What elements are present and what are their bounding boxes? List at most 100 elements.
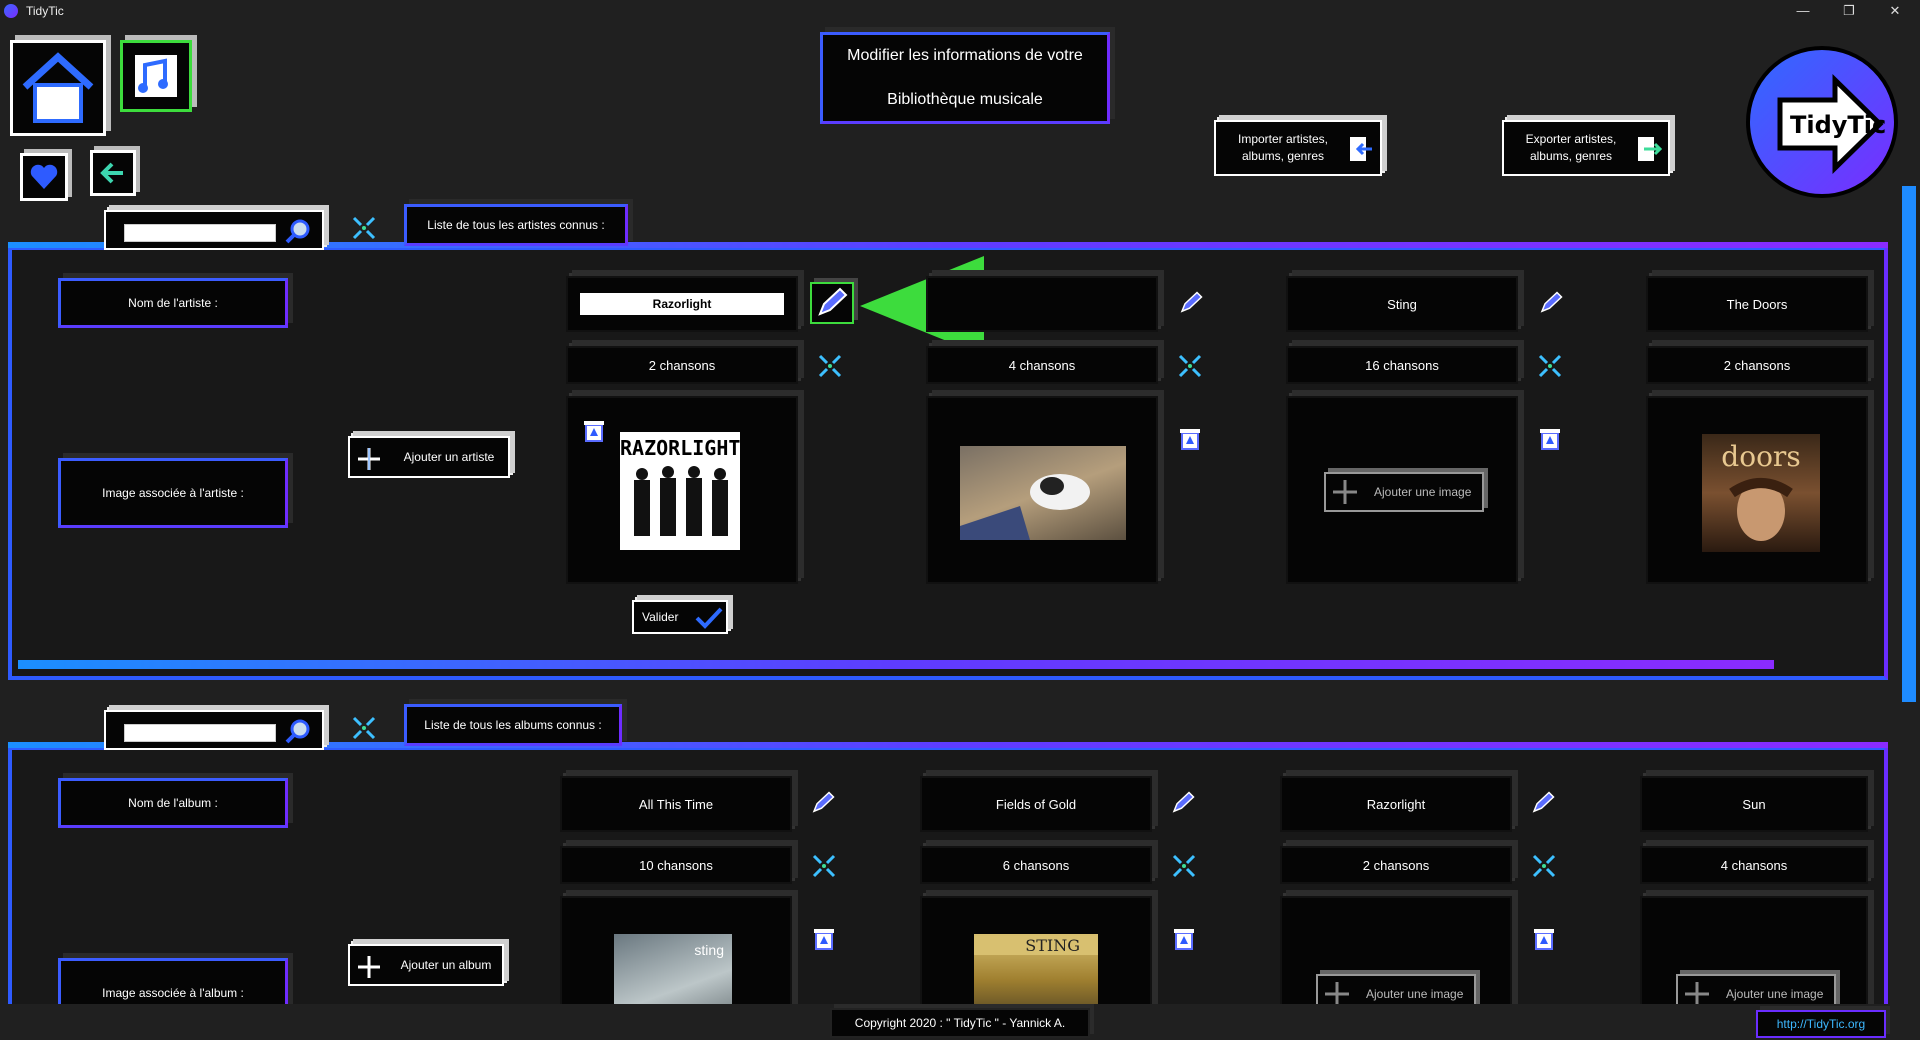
restore-button[interactable]: ❐: [1826, 0, 1872, 23]
artist-image-card-3: Ajouter une image: [1286, 396, 1518, 584]
add-image-button-3[interactable]: Ajouter une image: [1324, 472, 1484, 512]
page-title: Modifier les informations de votre Bibli…: [820, 32, 1110, 124]
artist-image-caption-4: doors: [1721, 440, 1801, 473]
home-icon: [22, 52, 94, 123]
artists-horizontal-scrollbar[interactable]: [18, 660, 1774, 669]
artist-reset-icon-2[interactable]: [1176, 352, 1204, 380]
trash-icon[interactable]: [1176, 424, 1204, 452]
window-title: TidyTic: [26, 4, 64, 18]
trash-icon[interactable]: [580, 416, 608, 444]
album-name-card-2[interactable]: Fields of Gold: [920, 776, 1152, 832]
add-artist-label: Ajouter un artiste: [403, 450, 495, 464]
check-icon: [695, 607, 723, 629]
search-icon[interactable]: [284, 718, 312, 746]
music-edit-button[interactable]: [120, 40, 192, 112]
arrow-left-icon: [100, 162, 123, 184]
plus-icon: [1333, 480, 1357, 504]
tidytic-logo: TidyTic: [1740, 40, 1900, 200]
albums-reset-icon[interactable]: [350, 714, 378, 742]
validate-label: Valider: [642, 610, 679, 624]
artist-name-card-3[interactable]: Sting: [1286, 276, 1518, 332]
artist-name-input-1[interactable]: Razorlight: [580, 293, 784, 315]
album-name-card-4[interactable]: Sun: [1640, 776, 1868, 832]
add-image-label-album-4: Ajouter une image: [1726, 987, 1824, 1001]
album-name-card-1[interactable]: All This Time: [560, 776, 792, 832]
export-icon: [1638, 137, 1663, 161]
app-window: TidyTic — ❐ ✕ Modifier les informations …: [0, 0, 1920, 1040]
album-count-4: 4 chansons: [1640, 846, 1868, 884]
album-image-caption-1: sting: [694, 942, 724, 958]
heart-icon: [30, 164, 58, 189]
trash-icon[interactable]: [1536, 424, 1564, 452]
add-image-label-3: Ajouter une image: [1374, 485, 1472, 499]
back-button[interactable]: [90, 150, 136, 196]
album-name-card-3[interactable]: Razorlight: [1280, 776, 1512, 832]
albums-search-box: [104, 710, 324, 750]
trash-icon[interactable]: [810, 924, 838, 952]
plus-icon: [358, 956, 380, 978]
tidytic-logo-icon: TidyTic: [1746, 46, 1898, 198]
export-label: Exporter artistes, albums, genres: [1525, 132, 1617, 163]
artist-edit-button-1[interactable]: [810, 282, 854, 324]
trash-icon[interactable]: [1170, 924, 1198, 952]
album-name-label: Nom de l'album :: [58, 778, 288, 828]
artist-reset-icon-1[interactable]: [816, 352, 844, 380]
album-edit-icon-2[interactable]: [1168, 788, 1198, 818]
artists-reset-icon[interactable]: [350, 214, 378, 242]
pencil-icon: [818, 287, 848, 316]
artist-name-card-4[interactable]: The Doors: [1646, 276, 1868, 332]
copyright-text: Copyright 2020 : " TidyTic " - Yannick A…: [830, 1008, 1090, 1038]
artist-name-card-2[interactable]: [926, 276, 1158, 332]
music-note-icon: [135, 55, 177, 97]
app-logo-icon: [4, 4, 18, 18]
artist-image-caption-1: RAZORLIGHT: [620, 436, 741, 460]
album-count-1: 10 chansons: [560, 846, 792, 884]
artist-count-1: 2 chansons: [566, 346, 798, 384]
search-icon[interactable]: [284, 218, 312, 246]
albums-search-input[interactable]: [124, 724, 276, 742]
favorites-button[interactable]: [20, 153, 68, 201]
minimize-button[interactable]: —: [1780, 0, 1826, 23]
artist-image-1[interactable]: RAZORLIGHT: [620, 432, 740, 550]
home-button[interactable]: [10, 40, 106, 136]
artists-list-title: Liste de tous les artistes connus :: [404, 204, 628, 246]
page-title-line1: Modifier les informations de votre: [847, 47, 1083, 64]
validate-button[interactable]: Valider: [632, 600, 728, 634]
album-reset-icon-3[interactable]: [1530, 852, 1558, 880]
album-edit-icon-3[interactable]: [1528, 788, 1558, 818]
album-edit-icon-1[interactable]: [808, 788, 838, 818]
add-album-button[interactable]: Ajouter un album: [348, 944, 504, 986]
add-image-label-album-3: Ajouter une image: [1366, 987, 1464, 1001]
artist-edit-icon-2[interactable]: [1176, 288, 1206, 318]
album-image-caption-2: STING: [974, 936, 1098, 955]
logo-text: TidyTic: [1790, 111, 1886, 139]
photo-icon: [960, 474, 1090, 540]
artist-name-label: Nom de l'artiste :: [58, 278, 288, 328]
add-artist-button[interactable]: Ajouter un artiste: [348, 436, 510, 478]
band-silhouette-icon: [634, 466, 728, 536]
export-button[interactable]: Exporter artistes, albums, genres: [1502, 120, 1670, 176]
album-count-2: 6 chansons: [920, 846, 1152, 884]
artist-count-3: 16 chansons: [1286, 346, 1518, 384]
artists-search-input[interactable]: [124, 224, 276, 242]
album-reset-icon-2[interactable]: [1170, 852, 1198, 880]
plus-icon: [358, 448, 380, 470]
album-reset-icon-1[interactable]: [810, 852, 838, 880]
website-link[interactable]: http://TidyTic.org: [1756, 1010, 1886, 1038]
artist-image-4[interactable]: doors: [1702, 434, 1820, 552]
import-button[interactable]: Importer artistes, albums, genres: [1214, 120, 1382, 176]
artist-image-2[interactable]: [960, 446, 1126, 540]
import-label: Importer artistes, albums, genres: [1237, 132, 1329, 163]
vertical-scrollbar[interactable]: [1902, 186, 1916, 702]
trash-icon[interactable]: [1530, 924, 1558, 952]
add-album-label: Ajouter un album: [400, 958, 492, 972]
artist-count-2: 4 chansons: [926, 346, 1158, 384]
close-button[interactable]: ✕: [1872, 0, 1918, 23]
artist-count-4: 2 chansons: [1646, 346, 1868, 384]
portrait-icon: [1729, 478, 1793, 541]
page-title-line2: Bibliothèque musicale: [887, 91, 1043, 108]
artist-name-card-1: Razorlight: [566, 276, 798, 332]
artist-reset-icon-3[interactable]: [1536, 352, 1564, 380]
import-icon: [1350, 137, 1372, 161]
artist-edit-icon-3[interactable]: [1536, 288, 1566, 318]
